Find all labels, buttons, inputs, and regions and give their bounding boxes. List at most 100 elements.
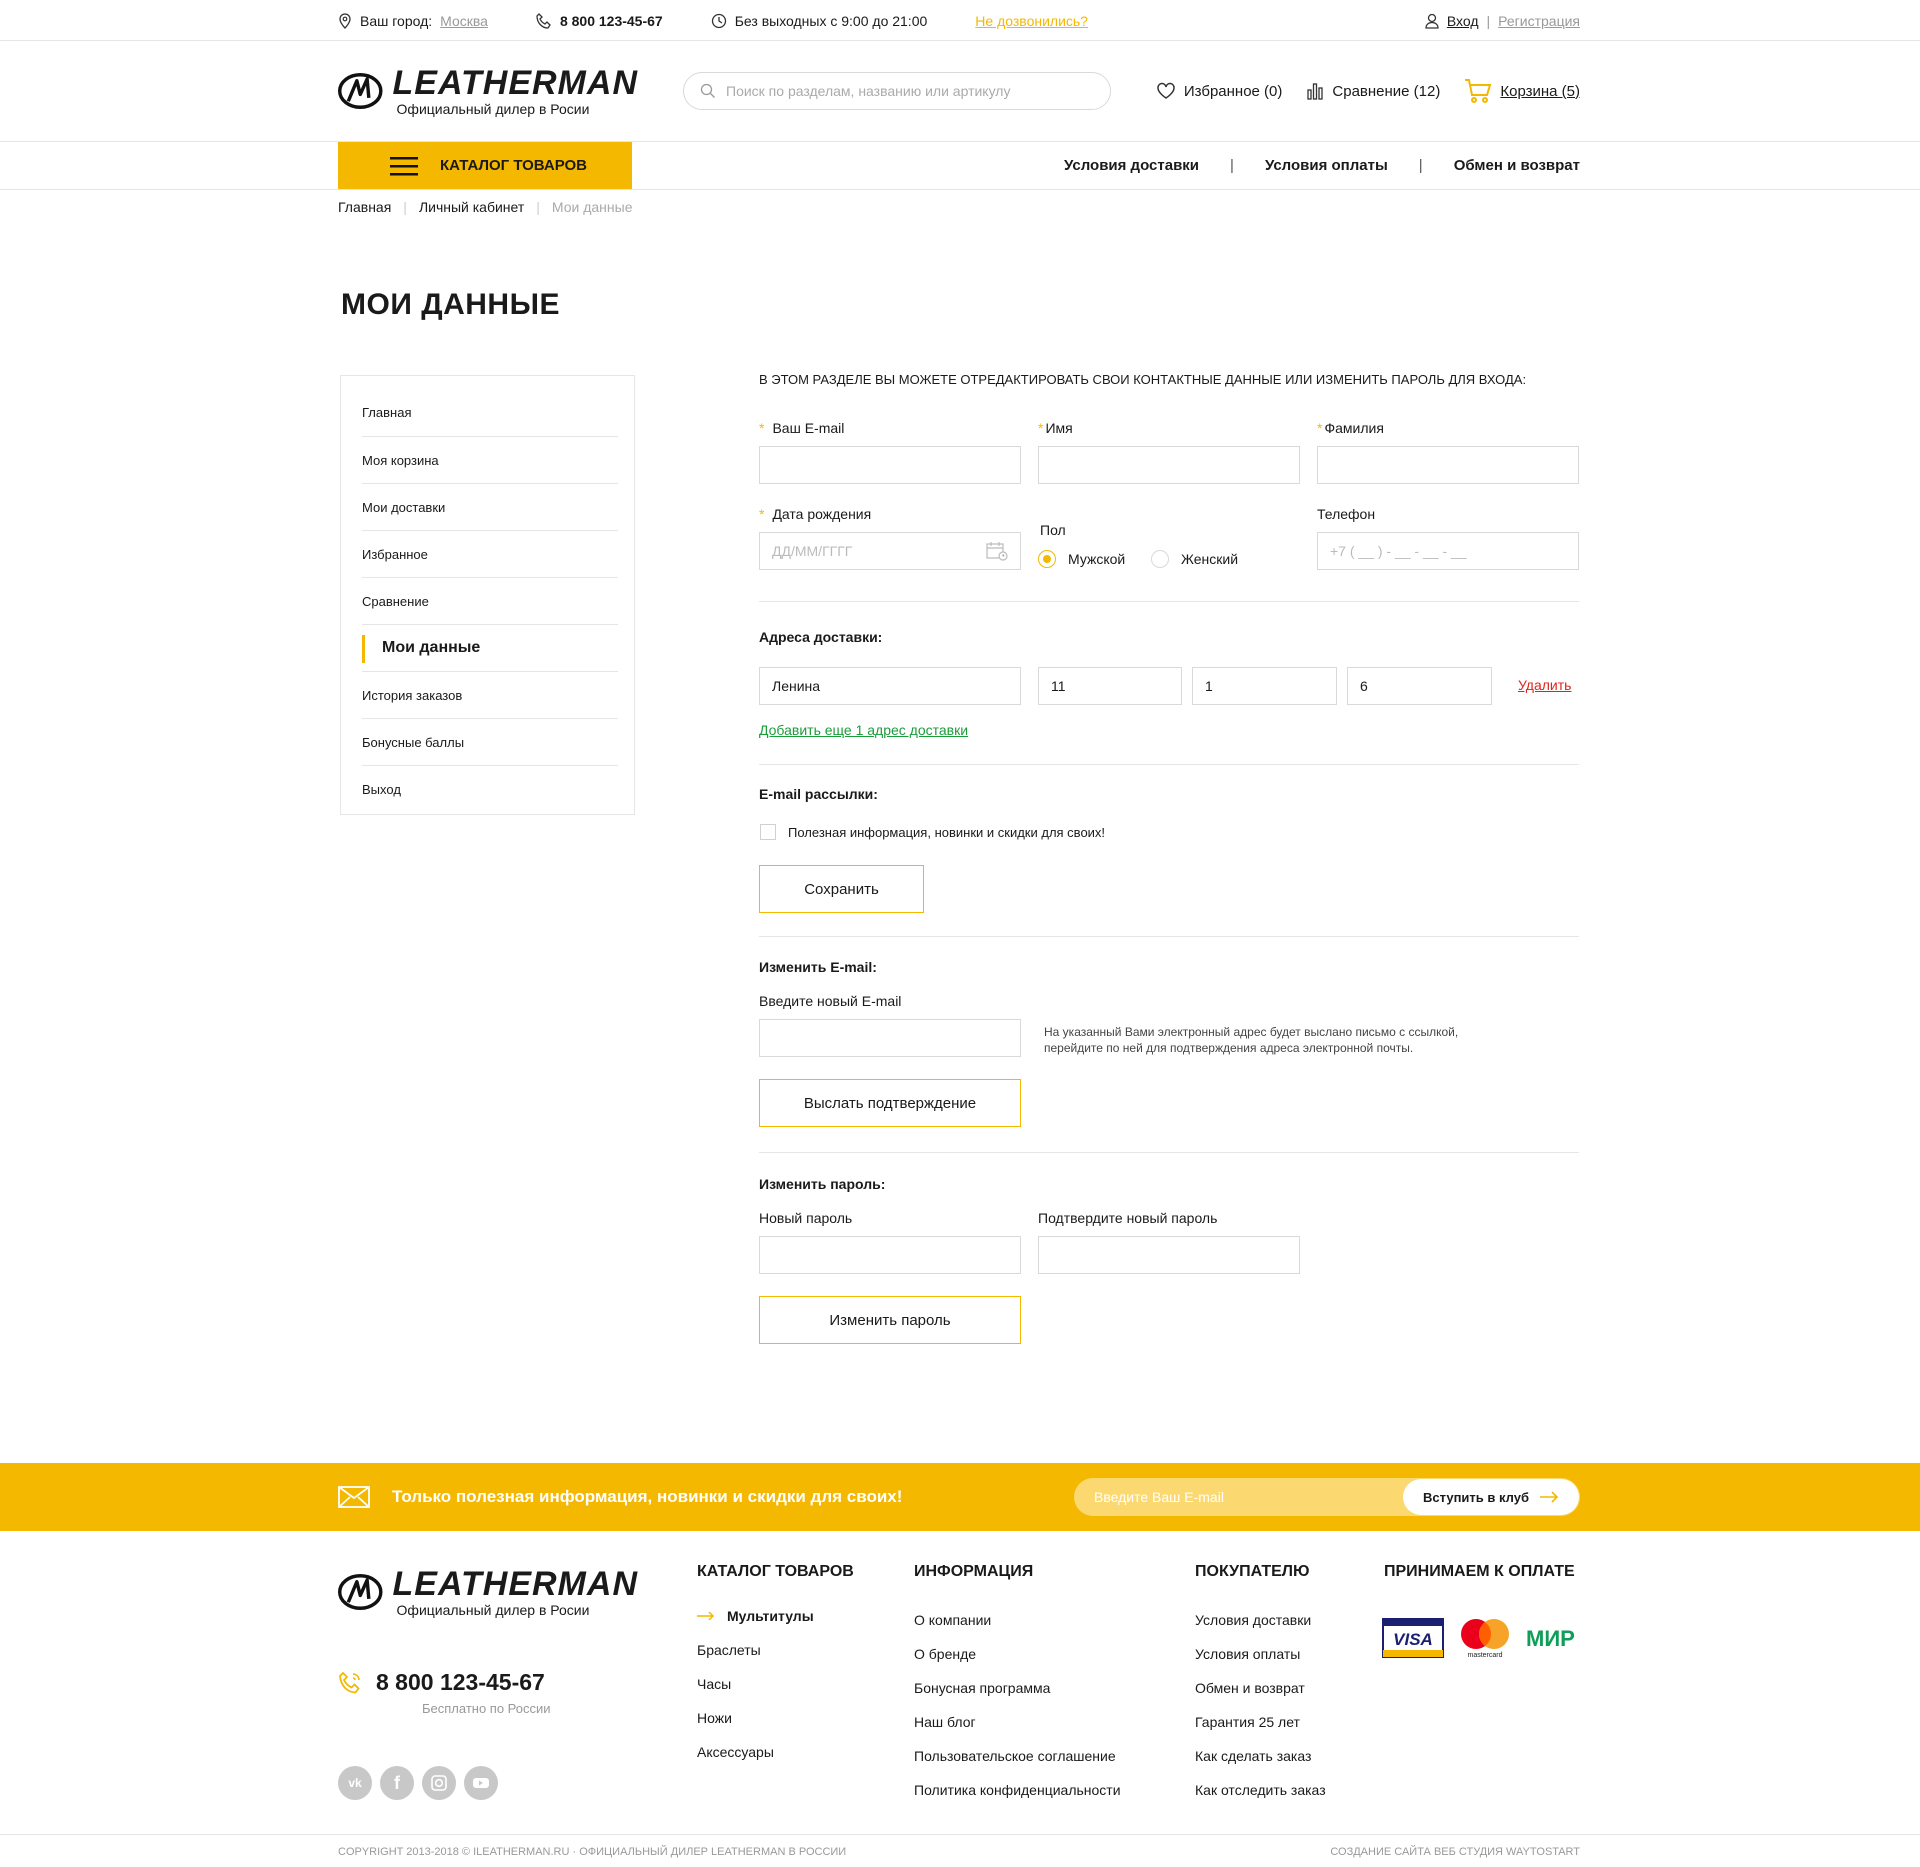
save-button[interactable]: Сохранить bbox=[759, 865, 924, 913]
footer-logo[interactable]: LEATHERMAN Официальный дилер в Росии bbox=[338, 1567, 638, 1617]
footer-phone-subtitle: Бесплатно по России bbox=[422, 1701, 551, 1716]
new-password-field[interactable] bbox=[759, 1236, 1021, 1274]
join-club-button[interactable]: Вступить в клуб bbox=[1403, 1479, 1579, 1515]
newsletter-checkbox[interactable]: Полезная информация, новинки и скидки дл… bbox=[760, 824, 1105, 840]
footer-info-column: ИНФОРМАЦИЯ О компании О бренде Бонусная … bbox=[914, 1563, 1121, 1807]
address-house-field[interactable]: 11 bbox=[1038, 667, 1182, 705]
copyright-bar: Copyright 2013-2018 © ileatherman.ru · О… bbox=[0, 1834, 1920, 1867]
newsletter-form: Вступить в клуб bbox=[1074, 1478, 1580, 1516]
new-email-label: Введите новый E-mail bbox=[759, 993, 902, 1009]
favorites-link[interactable]: Избранное (0) bbox=[1156, 82, 1282, 100]
footer-logo-word: LEATHERMAN bbox=[392, 1565, 638, 1603]
email-field[interactable] bbox=[759, 446, 1021, 484]
breadcrumb-separator: | bbox=[536, 199, 540, 215]
sidebar-item-home[interactable]: Главная bbox=[362, 376, 618, 437]
footer-info-link[interactable]: Наш блог bbox=[914, 1705, 1121, 1739]
footer-buyer-link[interactable]: Условия доставки bbox=[1195, 1603, 1326, 1637]
newsletter-email-input[interactable] bbox=[1074, 1489, 1404, 1505]
surname-label: * Фамилия bbox=[1317, 420, 1384, 436]
register-link[interactable]: Регистрация bbox=[1498, 13, 1580, 29]
compare-chart-icon bbox=[1307, 83, 1324, 100]
sidebar-item-bonus[interactable]: Бонусные баллы bbox=[362, 719, 618, 766]
callback-link[interactable]: Не дозвонились? bbox=[975, 13, 1088, 29]
mastercard-icon: mastercard bbox=[1461, 1619, 1509, 1659]
address-building-field[interactable]: 1 bbox=[1192, 667, 1337, 705]
social-links: vk f bbox=[338, 1766, 498, 1800]
calendar-icon[interactable] bbox=[986, 541, 1008, 561]
search-box[interactable] bbox=[683, 72, 1111, 110]
top-phone-number: 8 800 123-45-67 bbox=[559, 12, 663, 29]
nav-payment[interactable]: Условия оплаты bbox=[1265, 157, 1388, 174]
sidebar-item-order-history[interactable]: История заказов bbox=[362, 672, 618, 719]
gender-female-radio[interactable]: Женский bbox=[1151, 550, 1238, 568]
mir-icon: МИР bbox=[1526, 1626, 1575, 1651]
vk-icon[interactable]: vk bbox=[338, 1766, 372, 1800]
logo[interactable]: LEATHERMAN Официальный дилер в Росии bbox=[338, 66, 638, 116]
checkbox-box[interactable] bbox=[760, 824, 776, 840]
breadcrumb-account[interactable]: Личный кабинет bbox=[419, 199, 524, 215]
divider bbox=[759, 1152, 1579, 1153]
city-value[interactable]: Москва bbox=[440, 13, 488, 29]
work-hours-text: Без выходных с 9:00 до 21:00 bbox=[734, 12, 928, 29]
footer-catalog-link-multitools[interactable]: Мультитулы bbox=[697, 1599, 854, 1633]
footer-info-link[interactable]: Пользовательское соглашение bbox=[914, 1739, 1121, 1773]
surname-field[interactable] bbox=[1317, 446, 1579, 484]
footer-catalog-link[interactable]: Ножи bbox=[697, 1701, 854, 1735]
footer-buyer-link[interactable]: Как отследить заказ bbox=[1195, 1773, 1326, 1807]
footer-info-link[interactable]: О компании bbox=[914, 1603, 1121, 1637]
footer-info-link[interactable]: О бренде bbox=[914, 1637, 1121, 1671]
payment-methods: VISA mastercard МИР bbox=[1382, 1617, 1590, 1659]
phone-icon bbox=[536, 12, 551, 29]
footer-buyer-link[interactable]: Условия оплаты bbox=[1195, 1637, 1326, 1671]
catalog-button[interactable]: КАТАЛОГ ТОВАРОВ bbox=[338, 142, 632, 189]
birth-date-field[interactable]: ДД/ММ/ГГГГ bbox=[759, 532, 1021, 570]
arrow-right-icon bbox=[1540, 1491, 1559, 1503]
name-field[interactable] bbox=[1038, 446, 1300, 484]
footer-phone[interactable]: 8 800 123-45-67 bbox=[338, 1669, 545, 1696]
nav-delivery[interactable]: Условия доставки bbox=[1064, 157, 1199, 174]
phone-field[interactable]: +7 ( __ ) - __ - __ - __ bbox=[1317, 532, 1579, 570]
breadcrumb-home[interactable]: Главная bbox=[338, 199, 391, 215]
sidebar-item-my-data[interactable]: Мои данные bbox=[362, 625, 618, 672]
city-selector[interactable]: Ваш город: Москва bbox=[338, 13, 488, 29]
change-password-button[interactable]: Изменить пароль bbox=[759, 1296, 1021, 1344]
add-address-link[interactable]: Добавить еще 1 адрес доставки bbox=[759, 722, 968, 738]
footer-info-link[interactable]: Бонусная программа bbox=[914, 1671, 1121, 1705]
footer-buyer-link[interactable]: Как сделать заказ bbox=[1195, 1739, 1326, 1773]
top-phone[interactable]: 8 800 123-45-67 bbox=[536, 13, 663, 29]
auth-links: Вход | Регистрация bbox=[1425, 13, 1580, 29]
youtube-icon[interactable] bbox=[464, 1766, 498, 1800]
login-link[interactable]: Вход bbox=[1447, 13, 1479, 29]
search-input[interactable] bbox=[726, 83, 1094, 99]
footer-catalog-link[interactable]: Часы bbox=[697, 1667, 854, 1701]
sidebar-item-cart[interactable]: Моя корзина bbox=[362, 437, 618, 484]
sidebar-item-compare[interactable]: Сравнение bbox=[362, 578, 618, 625]
footer-buyer-link[interactable]: Обмен и возврат bbox=[1195, 1671, 1326, 1705]
cart-link[interactable]: Корзина (5) bbox=[1464, 78, 1580, 104]
logo-subtitle: Официальный дилер в Росии bbox=[396, 101, 590, 117]
nav-returns[interactable]: Обмен и возврат bbox=[1454, 157, 1580, 174]
new-email-field[interactable] bbox=[759, 1019, 1021, 1057]
sidebar-item-deliveries[interactable]: Мои доставки bbox=[362, 484, 618, 531]
breadcrumb-separator: | bbox=[403, 199, 407, 215]
instagram-icon[interactable] bbox=[422, 1766, 456, 1800]
footer-catalog-link[interactable]: Браслеты bbox=[697, 1633, 854, 1667]
compare-link[interactable]: Сравнение (12) bbox=[1306, 82, 1440, 100]
send-confirmation-button[interactable]: Выслать подтверждение bbox=[759, 1079, 1021, 1127]
search-icon bbox=[700, 83, 715, 98]
studio-credit[interactable]: Создание сайта веб студия WAYTOSTART bbox=[1330, 1846, 1580, 1858]
facebook-icon[interactable]: f bbox=[380, 1766, 414, 1800]
footer-buyer-link[interactable]: Гарантия 25 лет bbox=[1195, 1705, 1326, 1739]
delete-address-link[interactable]: Удалить bbox=[1518, 677, 1571, 693]
sidebar-item-favorites[interactable]: Избранное bbox=[362, 531, 618, 578]
cart-icon bbox=[1465, 79, 1492, 103]
footer-info-link[interactable]: Политика конфиденциальности bbox=[914, 1773, 1121, 1807]
confirm-password-field[interactable] bbox=[1038, 1236, 1300, 1274]
account-sidebar: Главная Моя корзина Мои доставки Избранн… bbox=[340, 375, 635, 815]
newsletter-checkbox-label: Полезная информация, новинки и скидки дл… bbox=[788, 824, 1106, 840]
footer-catalog-link[interactable]: Аксессуары bbox=[697, 1735, 854, 1769]
sidebar-item-logout[interactable]: Выход bbox=[362, 766, 618, 813]
address-apartment-field[interactable]: 6 bbox=[1347, 667, 1492, 705]
address-street-field[interactable]: Ленина bbox=[759, 667, 1021, 705]
gender-male-radio[interactable]: Мужской bbox=[1038, 550, 1125, 568]
